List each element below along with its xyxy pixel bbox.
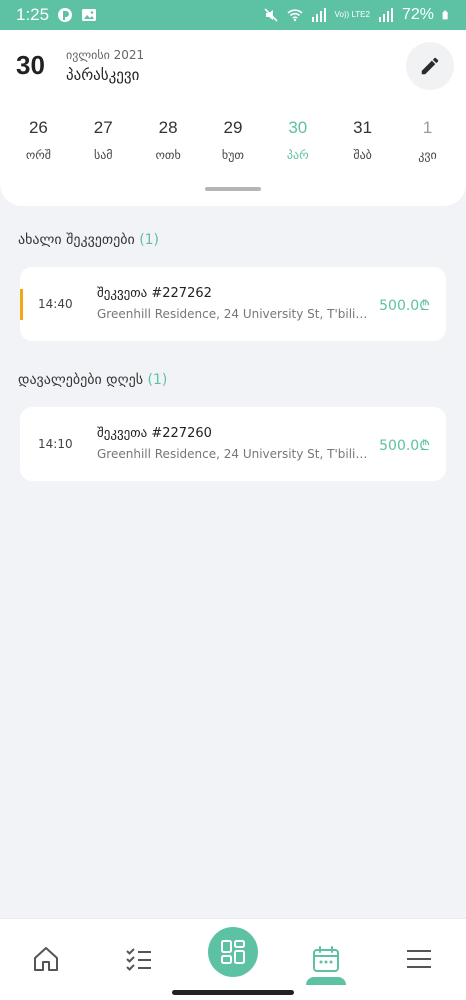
today-tasks-heading: დავალებები დღეს (1) (18, 372, 168, 388)
new-order-marker (20, 289, 23, 320)
edit-button[interactable] (406, 42, 454, 90)
signal-icon-2 (378, 8, 393, 22)
nav-home[interactable] (18, 931, 74, 987)
week-day-29[interactable]: 29 ხუთ (205, 118, 261, 168)
task-card[interactable]: 14:10 შეკვეთა #227260 Greenhill Residenc… (20, 407, 446, 481)
calendar-icon (313, 946, 339, 972)
bottom-navigation (0, 918, 466, 1000)
new-orders-count: (1) (139, 232, 160, 248)
new-orders-heading: ახალი შეკვეთები (1) (18, 232, 160, 248)
image-notification-icon (82, 9, 97, 21)
order-card[interactable]: 14:40 შეკვეთა #227262 Greenhill Residenc… (20, 267, 446, 341)
selected-weekday: პარასკევი (66, 66, 140, 84)
order-time: 14:40 (38, 297, 73, 311)
week-day-28[interactable]: 28 ოთხ (140, 118, 196, 168)
app-notification-icon (58, 8, 73, 22)
week-strip: 26 ორშ 27 სამ 28 ოთხ 29 ხუთ 30 პარ 31 შა… (0, 118, 466, 168)
menu-icon (407, 950, 431, 968)
task-address: Greenhill Residence, 24 University St, T… (97, 447, 373, 461)
week-day-1[interactable]: 1 კვი (399, 118, 455, 168)
week-day-27[interactable]: 27 სამ (75, 118, 131, 168)
signal-icon (311, 8, 326, 22)
checklist-icon (126, 948, 151, 971)
home-icon (34, 947, 58, 971)
battery-icon (442, 10, 448, 20)
pencil-icon (421, 57, 439, 75)
nav-tasks[interactable] (111, 931, 167, 987)
nav-dashboard[interactable] (208, 927, 258, 977)
week-day-26[interactable]: 26 ორშ (10, 118, 66, 168)
selected-day-number: 30 (16, 50, 45, 80)
status-time: 1:25 (16, 5, 50, 24)
task-title: შეკვეთა #227260 (97, 426, 212, 441)
wifi-icon (286, 9, 303, 22)
nav-menu[interactable] (391, 931, 447, 987)
system-home-indicator[interactable] (172, 990, 294, 995)
week-day-30-selected[interactable]: 30 პარ (270, 118, 326, 168)
status-bar: 1:25 Vo)) LTE2 72% (0, 0, 466, 30)
expand-handle[interactable] (205, 187, 261, 191)
order-title: შეკვეთა #227262 (97, 286, 212, 301)
month-year: ივლისი 2021 (66, 48, 145, 62)
date-header: 30 ივლისი 2021 პარასკევი 26 ორშ 27 სამ 2… (0, 30, 466, 206)
dashboard-icon (221, 940, 245, 964)
mute-icon (263, 8, 278, 22)
task-price: 500.0₾ (379, 438, 430, 454)
active-tab-indicator (306, 977, 346, 985)
battery-percent: 72% (401, 6, 434, 23)
task-time: 14:10 (38, 437, 73, 451)
order-price: 500.0₾ (379, 298, 430, 314)
week-day-31[interactable]: 31 შაბ (335, 118, 391, 168)
network-label: Vo)) LTE2 (334, 10, 370, 19)
order-address: Greenhill Residence, 24 University St, T… (97, 307, 373, 321)
today-tasks-count: (1) (147, 372, 168, 388)
